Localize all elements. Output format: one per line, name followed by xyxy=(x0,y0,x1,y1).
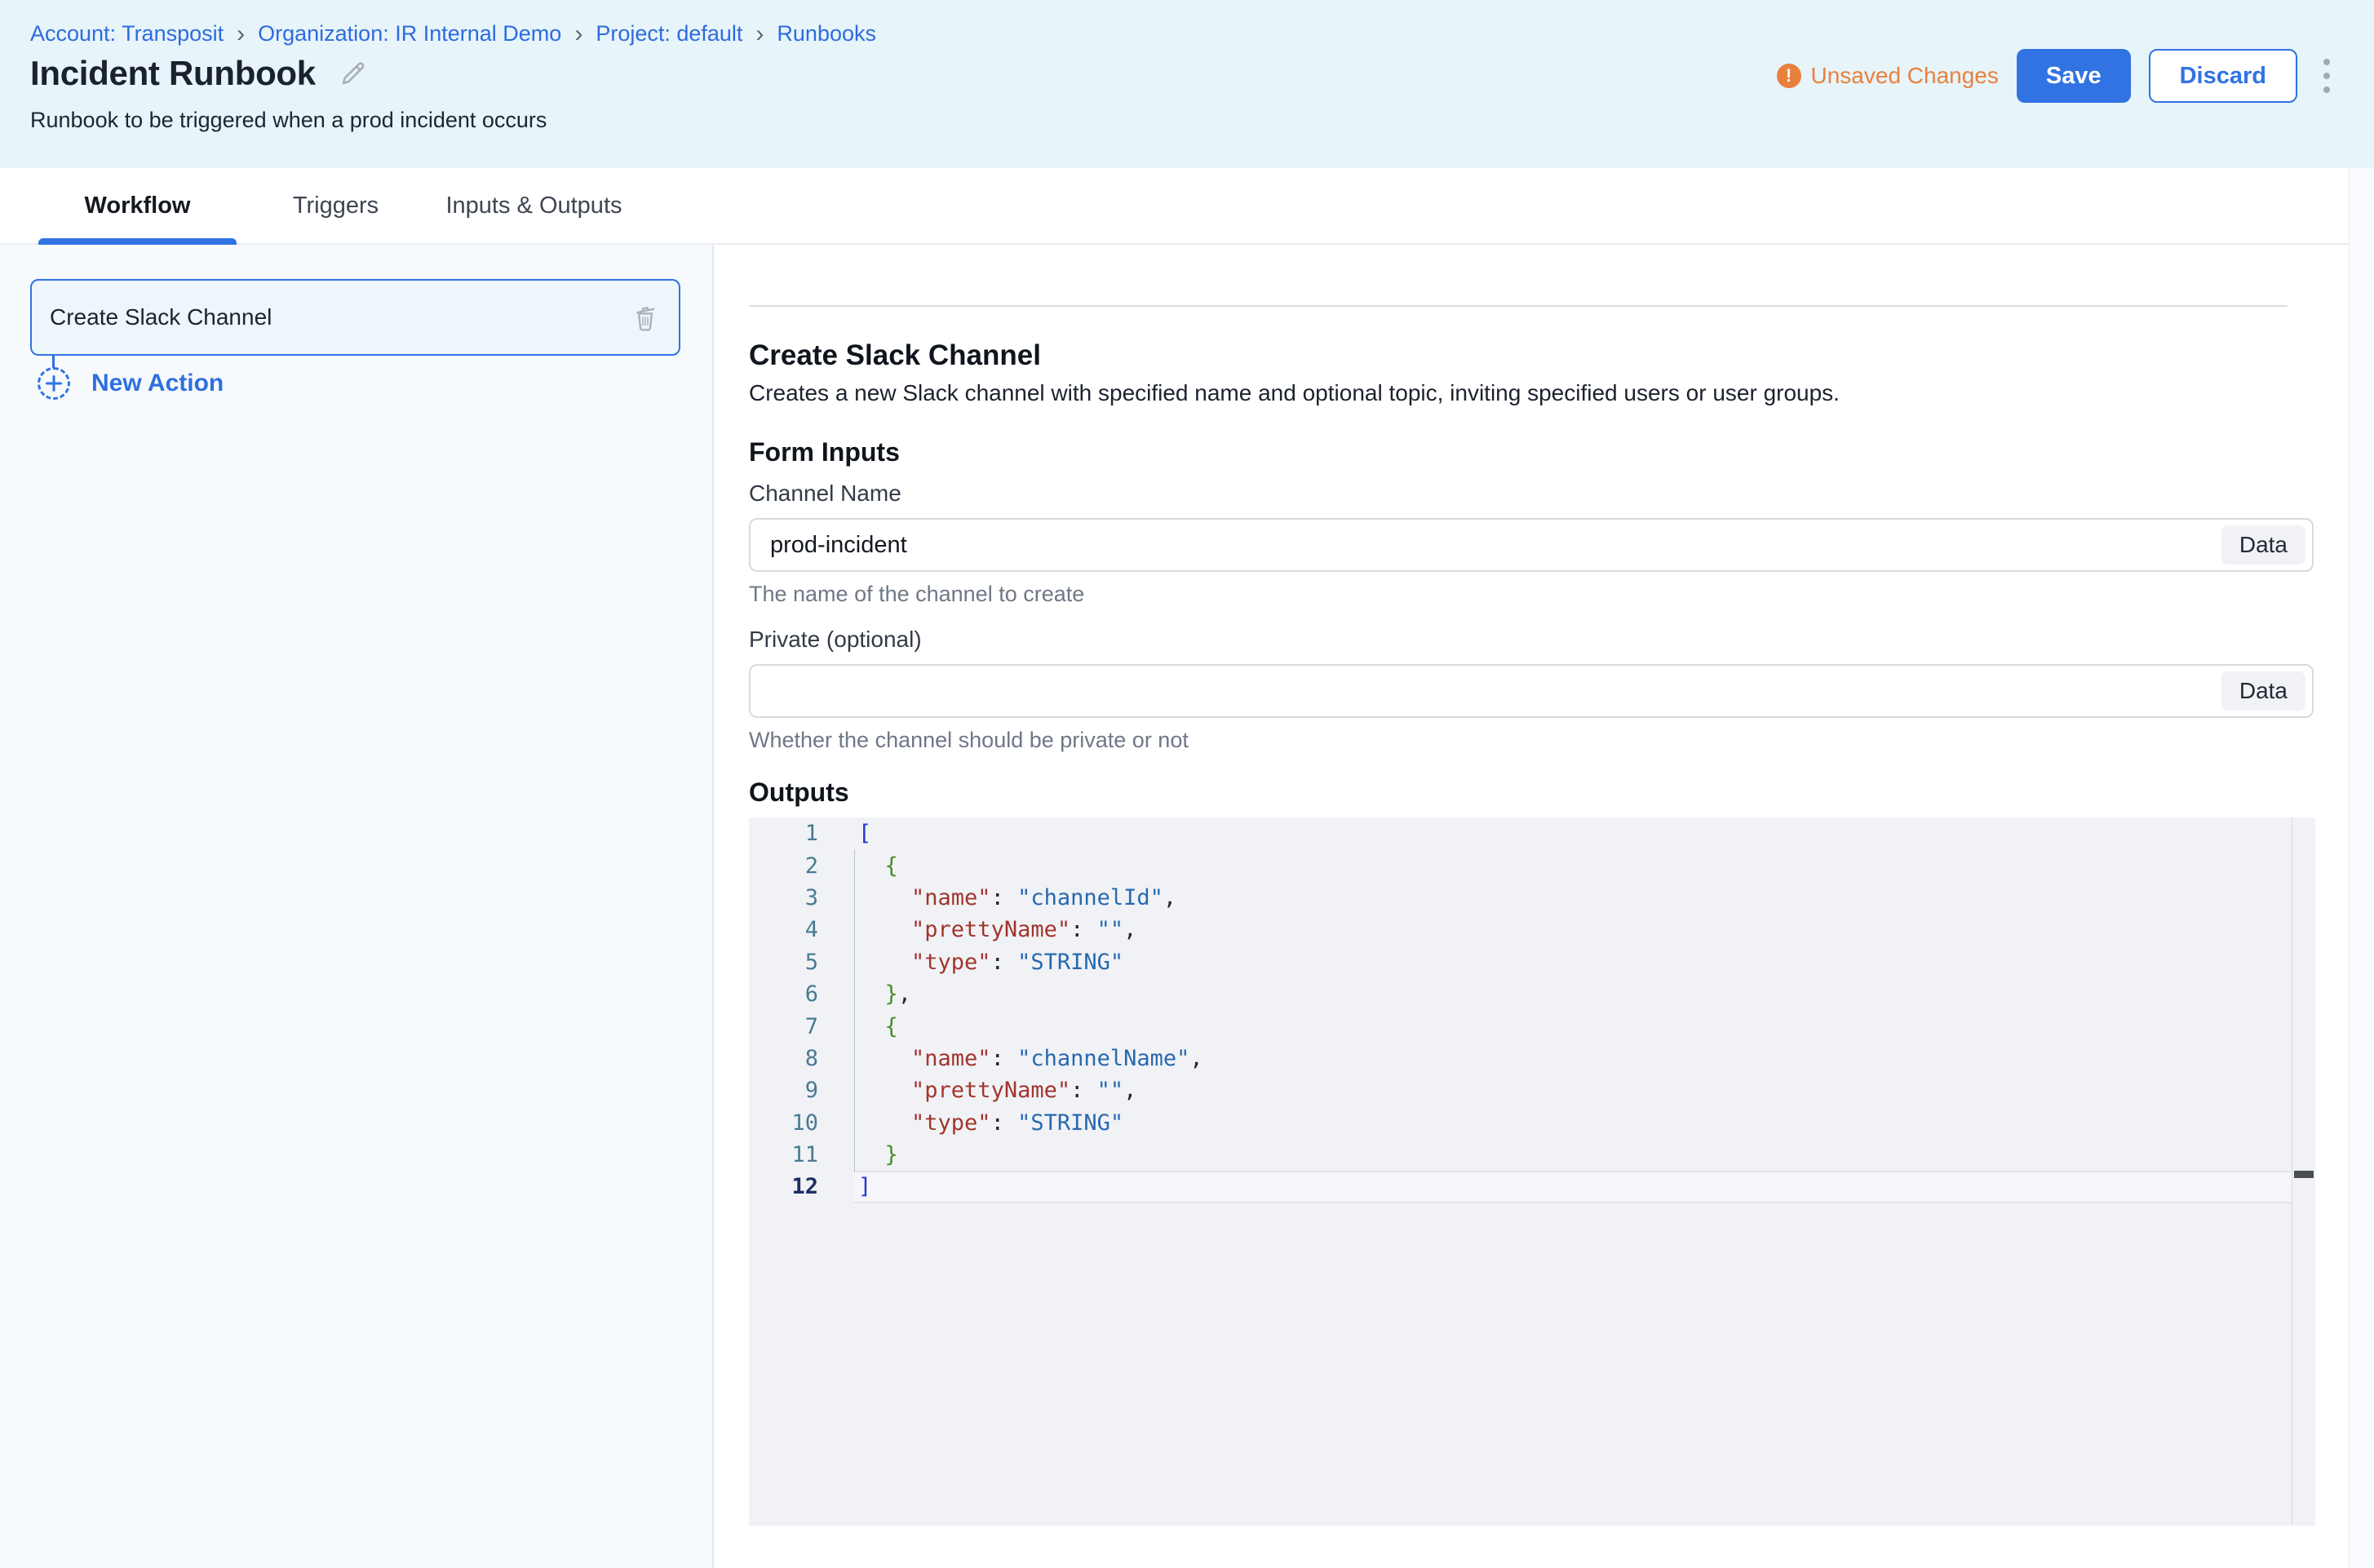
page-title: Incident Runbook xyxy=(30,54,316,93)
code-text: "name": "channelId", xyxy=(854,882,2292,914)
code-line[interactable]: 11 } xyxy=(749,1139,2315,1171)
code-line[interactable]: 9 "prettyName": "", xyxy=(749,1074,2315,1106)
action-description: Creates a new Slack channel with specifi… xyxy=(749,380,2374,406)
input-value: prod-incident xyxy=(770,532,2221,559)
code-text: "type": "STRING" xyxy=(854,946,2292,978)
tab-label: Triggers xyxy=(293,193,379,219)
tab-triggers[interactable]: Triggers xyxy=(237,168,435,243)
action-card-label: Create Slack Channel xyxy=(50,304,630,330)
action-title: Create Slack Channel xyxy=(749,339,2374,372)
line-number: 1 xyxy=(749,821,854,846)
field-channel-name: Channel Name prod-incident Data The name… xyxy=(749,481,2374,607)
step-connector-line xyxy=(52,356,55,368)
new-action-label: New Action xyxy=(91,370,224,397)
field-help-text: The name of the channel to create xyxy=(749,582,2374,607)
code-text: } xyxy=(854,1139,2292,1171)
form-inputs-heading: Form Inputs xyxy=(749,437,2374,467)
warning-icon: ! xyxy=(1777,64,1801,88)
line-number: 2 xyxy=(749,853,854,879)
code-line[interactable]: 1[ xyxy=(749,817,2315,849)
tab-inputs-outputs[interactable]: Inputs & Outputs xyxy=(435,168,633,243)
divider xyxy=(749,305,2288,307)
line-number: 12 xyxy=(749,1174,854,1199)
code-line[interactable]: 6 }, xyxy=(749,978,2315,1010)
page-scrollbar-area[interactable] xyxy=(2349,168,2374,1568)
new-action-button[interactable]: New Action xyxy=(38,367,224,400)
code-line[interactable]: 4 "prettyName": "", xyxy=(749,914,2315,946)
line-number: 6 xyxy=(749,981,854,1007)
code-text: "type": "STRING" xyxy=(854,1107,2292,1139)
chevron-right-icon: › xyxy=(755,23,764,45)
tab-workflow[interactable]: Workflow xyxy=(38,168,237,243)
field-label: Channel Name xyxy=(749,481,2374,507)
line-number: 5 xyxy=(749,950,854,975)
action-card-create-slack-channel[interactable]: Create Slack Channel xyxy=(30,279,680,356)
breadcrumb-project[interactable]: Project: default xyxy=(596,21,742,47)
code-line[interactable]: 10 "type": "STRING" xyxy=(749,1107,2315,1139)
data-button[interactable]: Data xyxy=(2221,525,2305,565)
breadcrumb-account[interactable]: Account: Transposit xyxy=(30,21,224,47)
unsaved-changes-badge: ! Unsaved Changes xyxy=(1777,63,1999,89)
unsaved-changes-label: Unsaved Changes xyxy=(1811,63,1999,89)
action-detail-panel: Create Slack Channel Creates a new Slack… xyxy=(714,245,2374,1568)
line-number: 8 xyxy=(749,1046,854,1071)
line-number: 10 xyxy=(749,1110,854,1136)
workflow-steps-panel: Create Slack Channel xyxy=(0,245,714,1568)
field-help-text: Whether the channel should be private or… xyxy=(749,728,2374,753)
line-number: 9 xyxy=(749,1078,854,1103)
line-number: 4 xyxy=(749,917,854,942)
code-text: }, xyxy=(854,978,2292,1010)
code-line[interactable]: 3 "name": "channelId", xyxy=(749,882,2315,914)
code-text: "prettyName": "", xyxy=(854,914,2292,946)
code-line[interactable]: 8 "name": "channelName", xyxy=(749,1043,2315,1074)
code-line[interactable]: 7 { xyxy=(749,1010,2315,1042)
page-header: Account: Transposit › Organization: IR I… xyxy=(0,0,2374,168)
code-text: ] xyxy=(854,1171,2292,1203)
save-button[interactable]: Save xyxy=(2017,49,2131,103)
code-text: [ xyxy=(854,817,2292,849)
code-text: { xyxy=(854,1010,2292,1042)
chevron-right-icon: › xyxy=(237,23,245,45)
discard-button[interactable]: Discard xyxy=(2149,49,2297,103)
code-lines: 1[2 {3 "name": "channelId",4 "prettyName… xyxy=(749,817,2315,1203)
code-line[interactable]: 2 { xyxy=(749,849,2315,881)
editor-scrollbar-thumb[interactable] xyxy=(2294,1171,2314,1178)
tab-label: Workflow xyxy=(85,193,191,219)
field-label: Private (optional) xyxy=(749,627,2374,653)
code-line[interactable]: 5 "type": "STRING" xyxy=(749,946,2315,978)
private-input[interactable]: Data xyxy=(749,664,2314,718)
line-number: 11 xyxy=(749,1142,854,1167)
code-line[interactable]: 12] xyxy=(749,1171,2315,1203)
field-private: Private (optional) Data Whether the chan… xyxy=(749,627,2374,753)
line-number: 3 xyxy=(749,885,854,910)
active-tab-underline xyxy=(38,238,237,245)
code-text: "prettyName": "", xyxy=(854,1074,2292,1106)
gutter-separator xyxy=(854,849,855,1172)
kebab-menu-icon[interactable] xyxy=(2315,52,2338,100)
delete-action-button[interactable] xyxy=(630,302,661,333)
page-subtitle: Runbook to be triggered when a prod inci… xyxy=(30,108,547,133)
breadcrumb-runbooks[interactable]: Runbooks xyxy=(777,21,876,47)
pencil-icon xyxy=(339,59,368,88)
trash-icon xyxy=(630,302,661,333)
edit-title-button[interactable] xyxy=(339,59,368,88)
code-text: "name": "channelName", xyxy=(854,1043,2292,1074)
breadcrumb: Account: Transposit › Organization: IR I… xyxy=(30,21,876,47)
data-button[interactable]: Data xyxy=(2221,671,2305,711)
plus-circle-icon xyxy=(38,367,70,400)
chevron-right-icon: › xyxy=(574,23,582,45)
breadcrumb-organization[interactable]: Organization: IR Internal Demo xyxy=(258,21,561,47)
line-number: 7 xyxy=(749,1014,854,1039)
tab-label: Inputs & Outputs xyxy=(445,193,622,219)
channel-name-input[interactable]: prod-incident Data xyxy=(749,518,2314,572)
outputs-editor[interactable]: 1[2 {3 "name": "channelId",4 "prettyName… xyxy=(749,817,2315,1526)
tab-bar: Workflow Triggers Inputs & Outputs xyxy=(0,168,2374,245)
outputs-heading: Outputs xyxy=(749,777,2374,808)
code-text: { xyxy=(854,849,2292,881)
